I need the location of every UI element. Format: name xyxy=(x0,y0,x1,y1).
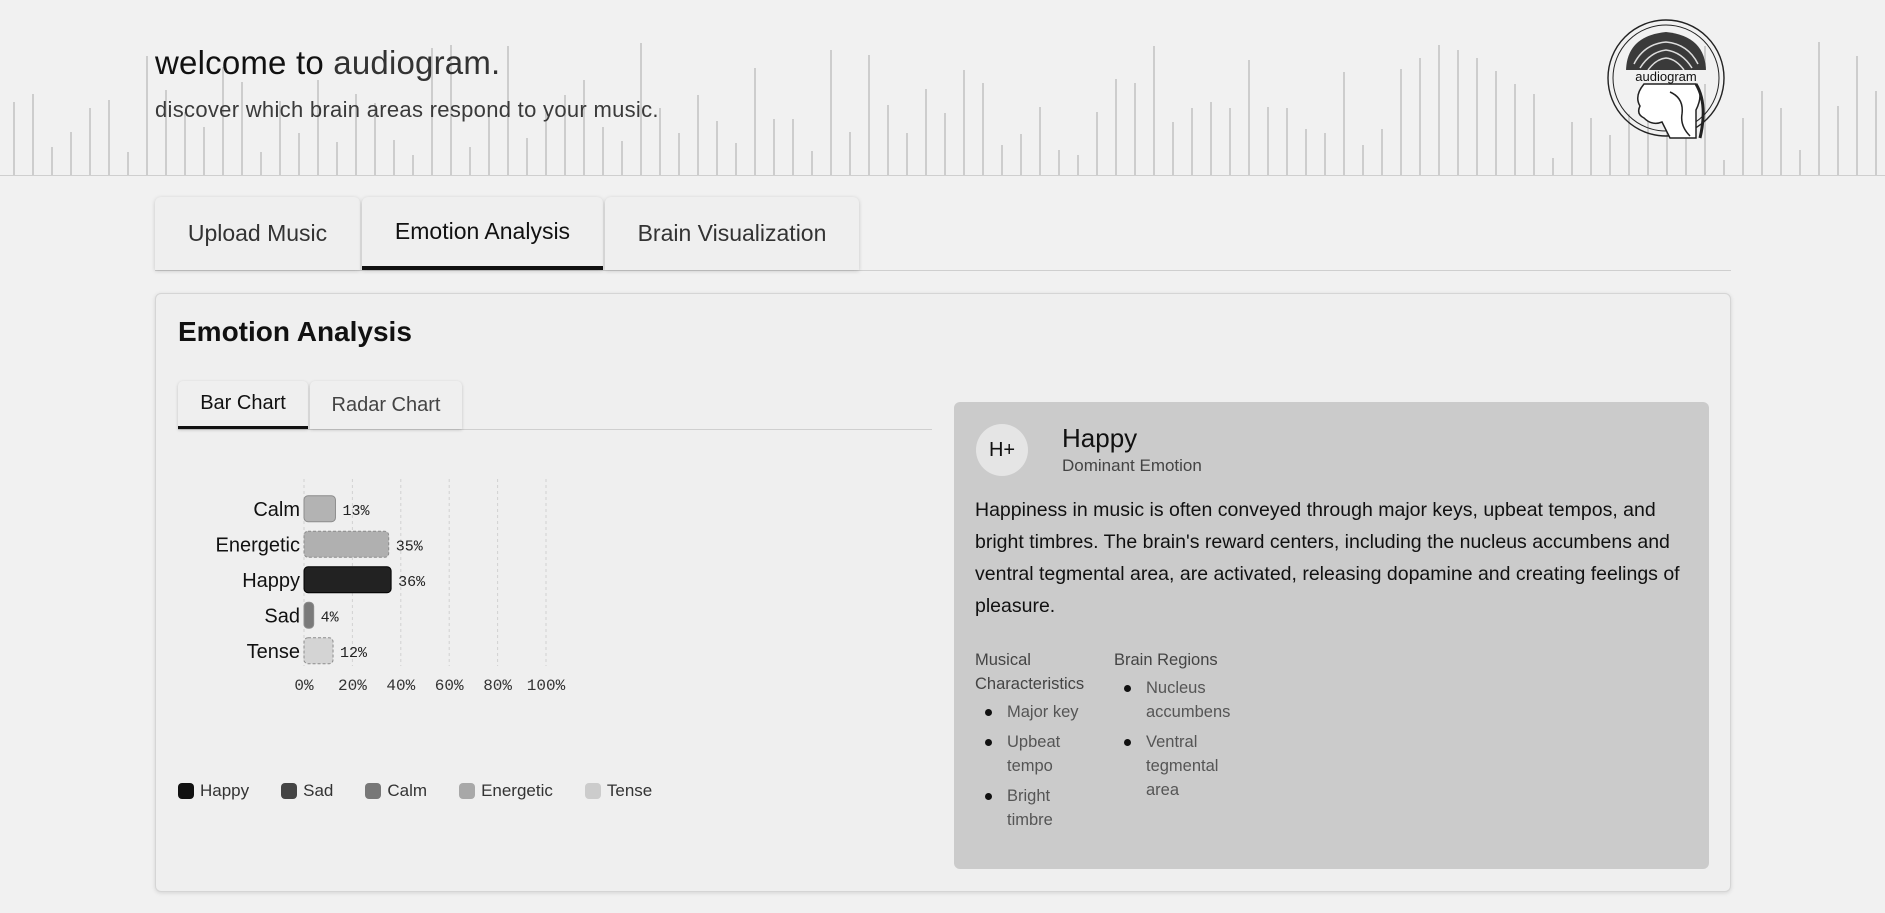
legend-item-calm[interactable]: Calm xyxy=(365,781,427,801)
legend-item-energetic[interactable]: Energetic xyxy=(459,781,553,801)
header: welcome to audiogram. discover which bra… xyxy=(0,0,1885,176)
tab-label: Brain Visualization xyxy=(637,220,827,246)
brain-regions-title: Brain Regions xyxy=(1114,651,1218,669)
legend-label: Tense xyxy=(606,781,653,800)
waveform-background xyxy=(13,42,1877,175)
tab-label: Radar Chart xyxy=(331,393,441,416)
tab-upload-music[interactable]: Upload Music xyxy=(155,197,360,270)
category-label: Happy xyxy=(242,570,300,592)
bar-energetic[interactable] xyxy=(303,530,390,558)
x-tick-label: 0% xyxy=(294,677,314,695)
list-item: Nucleus accumbens xyxy=(1114,676,1239,724)
legend-item-happy[interactable]: Happy xyxy=(178,781,249,801)
x-tick-label: 60% xyxy=(435,677,464,695)
x-tick-label: 40% xyxy=(386,677,415,695)
list-item: Major key xyxy=(975,700,1100,724)
data-label: 36% xyxy=(398,574,426,591)
legend-swatch xyxy=(281,783,298,799)
legend-item-sad[interactable]: Sad xyxy=(281,781,333,801)
x-tick-label: 100% xyxy=(527,677,566,695)
legend-label: Energetic xyxy=(481,781,553,800)
legend-swatch xyxy=(584,783,601,799)
brain-regions: Brain Regions Nucleus accumbens Ventral … xyxy=(1114,648,1239,808)
emotion-description: Happiness in music is often conveyed thr… xyxy=(975,499,1680,617)
emotion-bar-chart: 0% 20% 40% 60% 80% 100% Calm 13% Energetic 35% Hap… xyxy=(216,479,566,695)
legend-swatch xyxy=(459,783,476,799)
category-label: Energetic xyxy=(216,534,301,556)
emotion-caption: Dominant Emotion xyxy=(1062,456,1202,475)
legend-label: Happy xyxy=(200,781,250,800)
tab-label: Emotion Analysis xyxy=(394,218,571,244)
bar-tense[interactable] xyxy=(303,637,334,665)
legend-label: Sad xyxy=(303,781,334,800)
emotion-analysis-card: Emotion Analysis Bar Chart Radar Chart 0… xyxy=(155,293,1731,892)
page-title: welcome to audiogram. xyxy=(155,44,500,82)
chart-legend: Happy Sad Calm Energetic Tense xyxy=(178,779,684,803)
tab-label: Upload Music xyxy=(187,220,328,246)
tab-emotion-analysis[interactable]: Emotion Analysis xyxy=(362,197,603,270)
x-tick-label: 80% xyxy=(483,677,512,695)
bar-calm[interactable] xyxy=(303,495,336,523)
dominant-emotion-panel: H+ Happy Dominant Emotion Happiness in m… xyxy=(954,402,1709,869)
tab-brain-visualization[interactable]: Brain Visualization xyxy=(605,197,859,270)
legend-swatch xyxy=(365,783,382,799)
musical-characteristics: Musical Characteristics Major key Upbeat… xyxy=(975,648,1100,838)
chart-type-tabs: Bar Chart Radar Chart xyxy=(178,381,932,430)
emotion-name: Happy xyxy=(1062,423,1138,453)
tab-bar-chart[interactable]: Bar Chart xyxy=(178,381,308,429)
legend-swatch xyxy=(178,783,194,799)
data-label: 13% xyxy=(342,503,370,520)
category-label: Sad xyxy=(264,605,300,627)
legend-label: Calm xyxy=(387,781,428,800)
musical-characteristics-title: Musical Characteristics xyxy=(975,651,1085,693)
title-brand: audiogram. xyxy=(333,44,501,81)
x-tick-label: 20% xyxy=(338,677,367,695)
data-label: 4% xyxy=(321,609,340,626)
list-item: Ventral tegmental area xyxy=(1114,730,1239,802)
bar-happy[interactable] xyxy=(303,566,392,594)
emotion-badge: H+ xyxy=(976,424,1028,476)
category-label: Tense xyxy=(247,641,300,663)
audiogram-logo: audiogram xyxy=(1607,19,1725,139)
list-item: Upbeat tempo xyxy=(975,730,1100,778)
data-label: 12% xyxy=(340,645,368,662)
card-title: Emotion Analysis xyxy=(178,316,412,347)
main-tabs: Upload Music Emotion Analysis Brain Visu… xyxy=(155,197,1731,271)
data-label: 35% xyxy=(396,538,424,555)
legend-item-tense[interactable]: Tense xyxy=(584,781,653,801)
logo-text: audiogram xyxy=(1635,69,1696,84)
page-subtitle: discover which brain areas respond to yo… xyxy=(155,97,659,122)
tab-label: Bar Chart xyxy=(200,392,286,414)
category-label: Calm xyxy=(253,499,300,521)
list-item: Bright timbre xyxy=(975,784,1100,832)
bar-sad[interactable] xyxy=(303,601,315,629)
tab-radar-chart[interactable]: Radar Chart xyxy=(310,381,462,429)
title-prefix: welcome to xyxy=(155,44,334,81)
